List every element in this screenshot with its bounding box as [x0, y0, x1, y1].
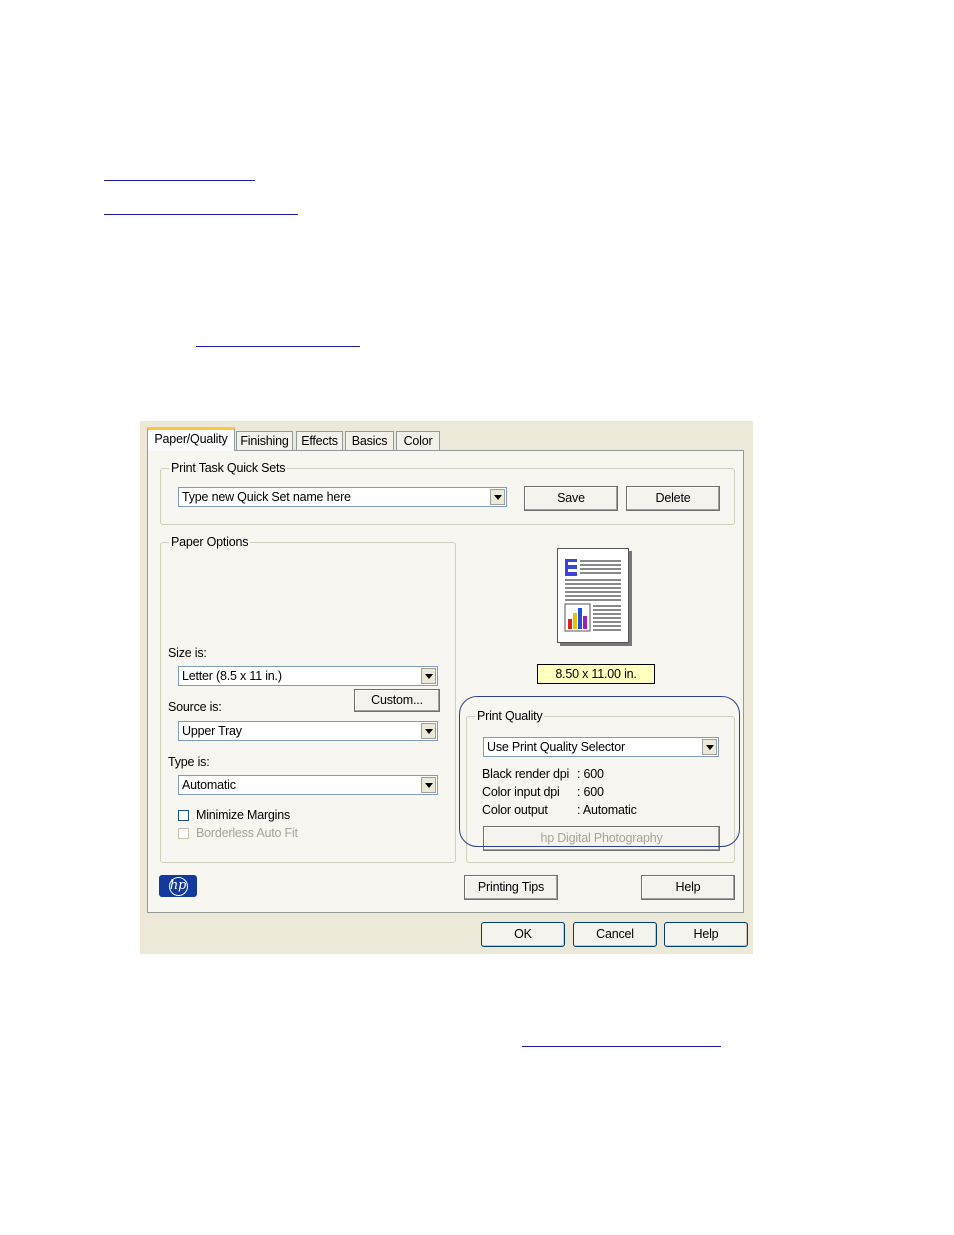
chevron-down-icon[interactable]	[421, 668, 436, 684]
tab-paper-quality[interactable]: Paper/Quality	[147, 427, 235, 451]
borderless-label: Borderless Auto Fit	[196, 826, 298, 840]
quick-sets-title: Print Task Quick Sets	[169, 461, 288, 475]
source-value: Upper Tray	[182, 724, 242, 738]
type-label: Type is:	[168, 755, 210, 769]
tab-color[interactable]: Color	[396, 431, 440, 450]
panel-help-button[interactable]: Help	[641, 875, 735, 900]
size-label: Size is:	[168, 646, 207, 660]
paper-size-badge: 8.50 x 11.00 in.	[537, 664, 655, 684]
ok-button[interactable]: OK	[481, 922, 565, 947]
custom-button[interactable]: Custom...	[354, 689, 440, 712]
quick-sets-group: Print Task Quick Sets Type new Quick Set…	[160, 461, 735, 525]
source-combo[interactable]: Upper Tray	[178, 721, 438, 741]
printer-properties-dialog: Paper/Quality Finishing Effects Basics C…	[140, 421, 753, 954]
chevron-down-icon[interactable]	[490, 489, 505, 505]
doc-link-2[interactable]	[104, 214, 298, 215]
chevron-down-icon[interactable]	[421, 723, 436, 739]
tab-basics[interactable]: Basics	[345, 431, 394, 450]
delete-button[interactable]: Delete	[626, 486, 720, 511]
doc-link-1[interactable]	[104, 180, 255, 181]
doc-link-4[interactable]	[522, 1046, 721, 1047]
size-combo[interactable]: Letter (8.5 x 11 in.)	[178, 666, 438, 686]
printing-tips-button[interactable]: Printing Tips	[464, 875, 558, 900]
doc-link-3[interactable]	[196, 346, 360, 347]
help-button[interactable]: Help	[664, 922, 748, 947]
source-label: Source is:	[168, 700, 222, 714]
minimize-margins-label[interactable]: Minimize Margins	[196, 808, 290, 823]
quick-set-combo[interactable]: Type new Quick Set name here	[178, 487, 507, 507]
quick-set-value: Type new Quick Set name here	[182, 490, 351, 504]
borderless-checkbox	[178, 828, 189, 839]
cancel-button[interactable]: Cancel	[573, 922, 657, 947]
chevron-down-icon[interactable]	[421, 777, 436, 793]
page-preview	[557, 548, 629, 643]
paper-options-group: Paper Options Size is: Letter (8.5 x 11 …	[160, 535, 456, 863]
paper-options-title: Paper Options	[169, 535, 251, 549]
minimize-margins-checkbox[interactable]	[178, 810, 189, 821]
hp-logo: hp	[159, 875, 197, 897]
tab-finishing[interactable]: Finishing	[236, 431, 293, 450]
type-combo[interactable]: Automatic	[178, 775, 438, 795]
type-value: Automatic	[182, 778, 236, 792]
print-quality-highlight	[459, 696, 740, 847]
save-button[interactable]: Save	[524, 486, 618, 511]
tab-effects[interactable]: Effects	[296, 431, 343, 450]
document-preview-icon	[564, 559, 621, 632]
size-value: Letter (8.5 x 11 in.)	[182, 669, 282, 683]
